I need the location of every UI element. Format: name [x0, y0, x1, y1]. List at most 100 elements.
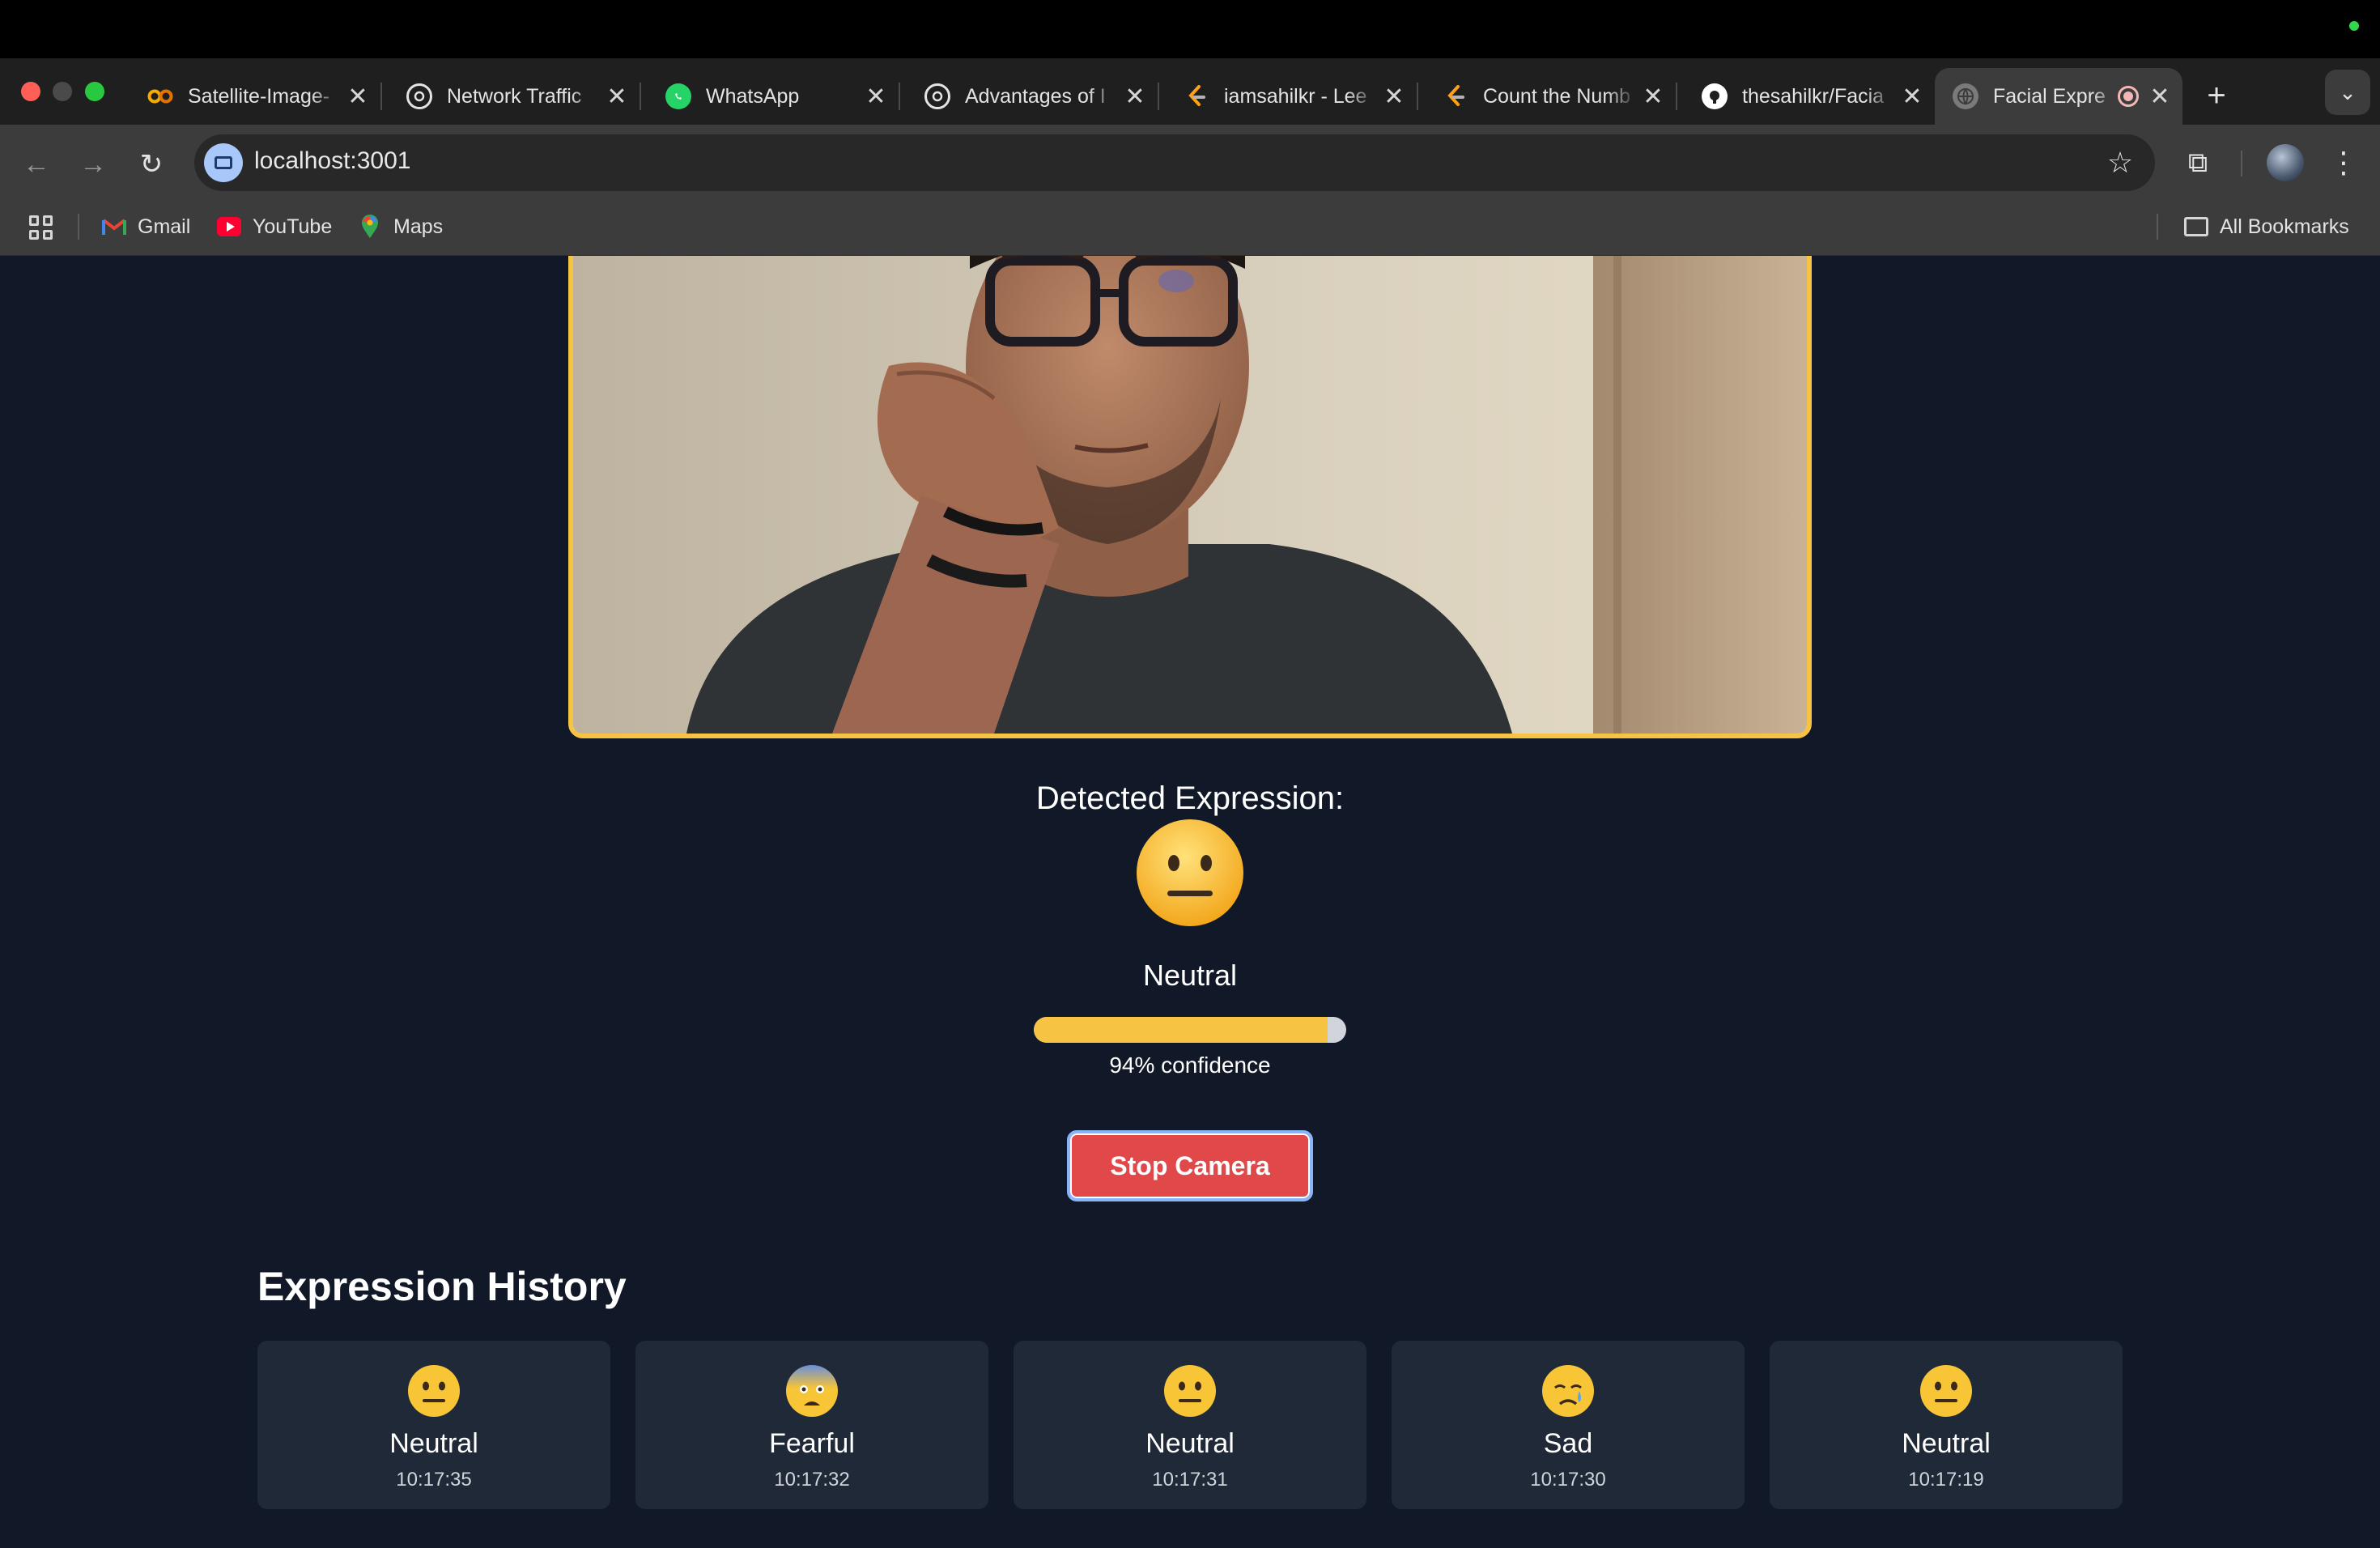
tab-separator — [640, 83, 641, 110]
close-tab-icon[interactable]: ✕ — [601, 83, 633, 111]
back-button[interactable]: ← — [15, 142, 58, 186]
close-tab-icon[interactable]: ✕ — [1119, 83, 1151, 111]
close-tab-icon[interactable]: ✕ — [1378, 83, 1410, 111]
globe-icon — [1953, 83, 1978, 109]
tab-title: thesahilkr/Facia — [1742, 84, 1885, 108]
tab-separator — [899, 83, 900, 110]
close-tab-icon[interactable]: ✕ — [860, 83, 892, 111]
tab-advantages[interactable]: Advantages of I ✕ — [907, 68, 1159, 125]
tab-satellite-image[interactable]: Satellite-Image- ✕ — [130, 68, 382, 125]
close-window-button[interactable] — [21, 82, 40, 101]
youtube-icon — [217, 215, 241, 239]
openai-icon — [924, 83, 950, 109]
history-label: Neutral — [1902, 1428, 1991, 1459]
reload-icon: ↻ — [139, 149, 164, 180]
toolbar-separator — [2241, 151, 2242, 176]
tab-title: WhatsApp — [706, 84, 800, 108]
maximize-window-button[interactable] — [85, 82, 104, 101]
tab-github-repo[interactable]: thesahilkr/Facia ✕ — [1684, 68, 1935, 125]
tab-leetcode-profile[interactable]: iamsahilkr - Lee ✕ — [1166, 68, 1418, 125]
history-time: 10:17:19 — [1908, 1469, 1984, 1491]
bookmark-star-icon[interactable]: ☆ — [2100, 142, 2140, 183]
bookmark-maps[interactable]: Maps — [358, 212, 443, 241]
expression-history-title: Expression History — [257, 1264, 627, 1309]
neutral-face-icon — [1920, 1365, 1972, 1417]
neutral-face-icon — [1133, 816, 1247, 929]
arrow-right-icon: → — [79, 149, 107, 180]
history-label: Fearful — [769, 1428, 855, 1459]
tab-title: Satellite-Image- — [188, 84, 330, 108]
folder-icon — [2184, 215, 2208, 239]
bookmark-gmail[interactable]: Gmail — [102, 212, 190, 241]
bookmark-youtube[interactable]: YouTube — [217, 212, 332, 241]
all-bookmarks-label: All Bookmarks — [2220, 215, 2349, 238]
stop-camera-button[interactable]: Stop Camera — [1067, 1130, 1313, 1201]
bookmark-label: Maps — [393, 215, 444, 238]
bookmark-label: Gmail — [138, 215, 191, 238]
close-tab-icon[interactable]: ✕ — [2144, 83, 2176, 111]
more-menu-icon[interactable]: ⋮ — [2323, 142, 2364, 183]
detected-expression-heading: Detected Expression: — [1035, 780, 1345, 816]
camera-indicator-dot — [2349, 21, 2359, 31]
address-bar[interactable] — [194, 134, 2155, 191]
tab-title: Facial Expre — [1993, 84, 2106, 108]
webcam-frame-image — [573, 256, 1807, 734]
reload-button[interactable]: ↻ — [130, 142, 173, 186]
close-tab-icon[interactable]: ✕ — [1637, 83, 1669, 111]
confidence-text: 94% confidence — [1109, 1053, 1271, 1078]
arrow-left-icon: ← — [23, 149, 50, 180]
history-time: 10:17:30 — [1530, 1469, 1606, 1491]
bookmarks-bar — [0, 202, 2380, 256]
neutral-face-icon — [1164, 1365, 1216, 1417]
tab-separator — [1676, 83, 1677, 110]
webcam-video — [568, 256, 1812, 738]
history-time: 10:17:32 — [774, 1469, 850, 1491]
apps-grid-icon[interactable] — [29, 215, 53, 240]
tab-separator — [380, 83, 382, 110]
tab-whatsapp[interactable]: WhatsApp ✕ — [648, 68, 900, 125]
profile-avatar[interactable] — [2267, 144, 2304, 181]
history-card: Neutral 10:17:31 — [1014, 1341, 1366, 1509]
all-bookmarks-button[interactable]: All Bookmarks — [2184, 212, 2349, 241]
gmail-icon — [102, 215, 126, 239]
github-icon — [1702, 83, 1728, 109]
tab-title: iamsahilkr - Lee — [1224, 84, 1367, 108]
url-text[interactable]: localhost:3001 — [254, 147, 410, 175]
menu-bar — [0, 0, 2380, 58]
crying-face-icon — [1542, 1365, 1594, 1417]
leetcode-icon — [1184, 83, 1209, 109]
minimize-window-button[interactable] — [53, 82, 72, 101]
forward-button[interactable]: → — [71, 142, 115, 186]
expression-label: Neutral — [1142, 959, 1238, 992]
confidence-bar-fill — [1034, 1017, 1328, 1043]
history-time: 10:17:35 — [396, 1469, 472, 1491]
confidence-bar — [1034, 1017, 1346, 1043]
site-info-button[interactable] — [204, 143, 243, 182]
history-label: Sad — [1543, 1428, 1593, 1459]
extensions-icon[interactable]: ⧉ — [2178, 142, 2218, 183]
history-card: Fearful 10:17:32 — [635, 1341, 988, 1509]
neutral-face-icon — [408, 1365, 460, 1417]
whatsapp-icon — [665, 83, 691, 109]
tab-count-the-number[interactable]: Count the Numb ✕ — [1425, 68, 1677, 125]
history-label: Neutral — [1145, 1428, 1235, 1459]
tab-search-button[interactable]: ⌄ — [2325, 70, 2370, 115]
close-tab-icon[interactable]: ✕ — [1896, 83, 1928, 111]
recording-indicator-icon — [2118, 86, 2139, 107]
tab-facial-expression[interactable]: Facial Expre ✕ — [1935, 68, 2182, 125]
bookmark-separator — [2157, 214, 2158, 240]
close-tab-icon[interactable]: ✕ — [342, 83, 374, 111]
camera-icon — [215, 156, 232, 169]
history-time: 10:17:31 — [1152, 1469, 1228, 1491]
tab-network-traffic[interactable]: Network Traffic ✕ — [389, 68, 641, 125]
bookmark-label: YouTube — [253, 215, 333, 238]
tab-separator — [1417, 83, 1418, 110]
history-label: Neutral — [389, 1428, 478, 1459]
leetcode-icon — [1443, 83, 1468, 109]
tab-title: Count the Numb — [1483, 84, 1631, 108]
tab-title: Network Traffic — [447, 84, 582, 108]
chevron-down-icon: ⌄ — [2339, 79, 2357, 104]
tab-title: Advantages of I — [965, 84, 1106, 108]
openai-icon — [406, 83, 432, 109]
new-tab-button[interactable]: + — [2194, 73, 2239, 118]
